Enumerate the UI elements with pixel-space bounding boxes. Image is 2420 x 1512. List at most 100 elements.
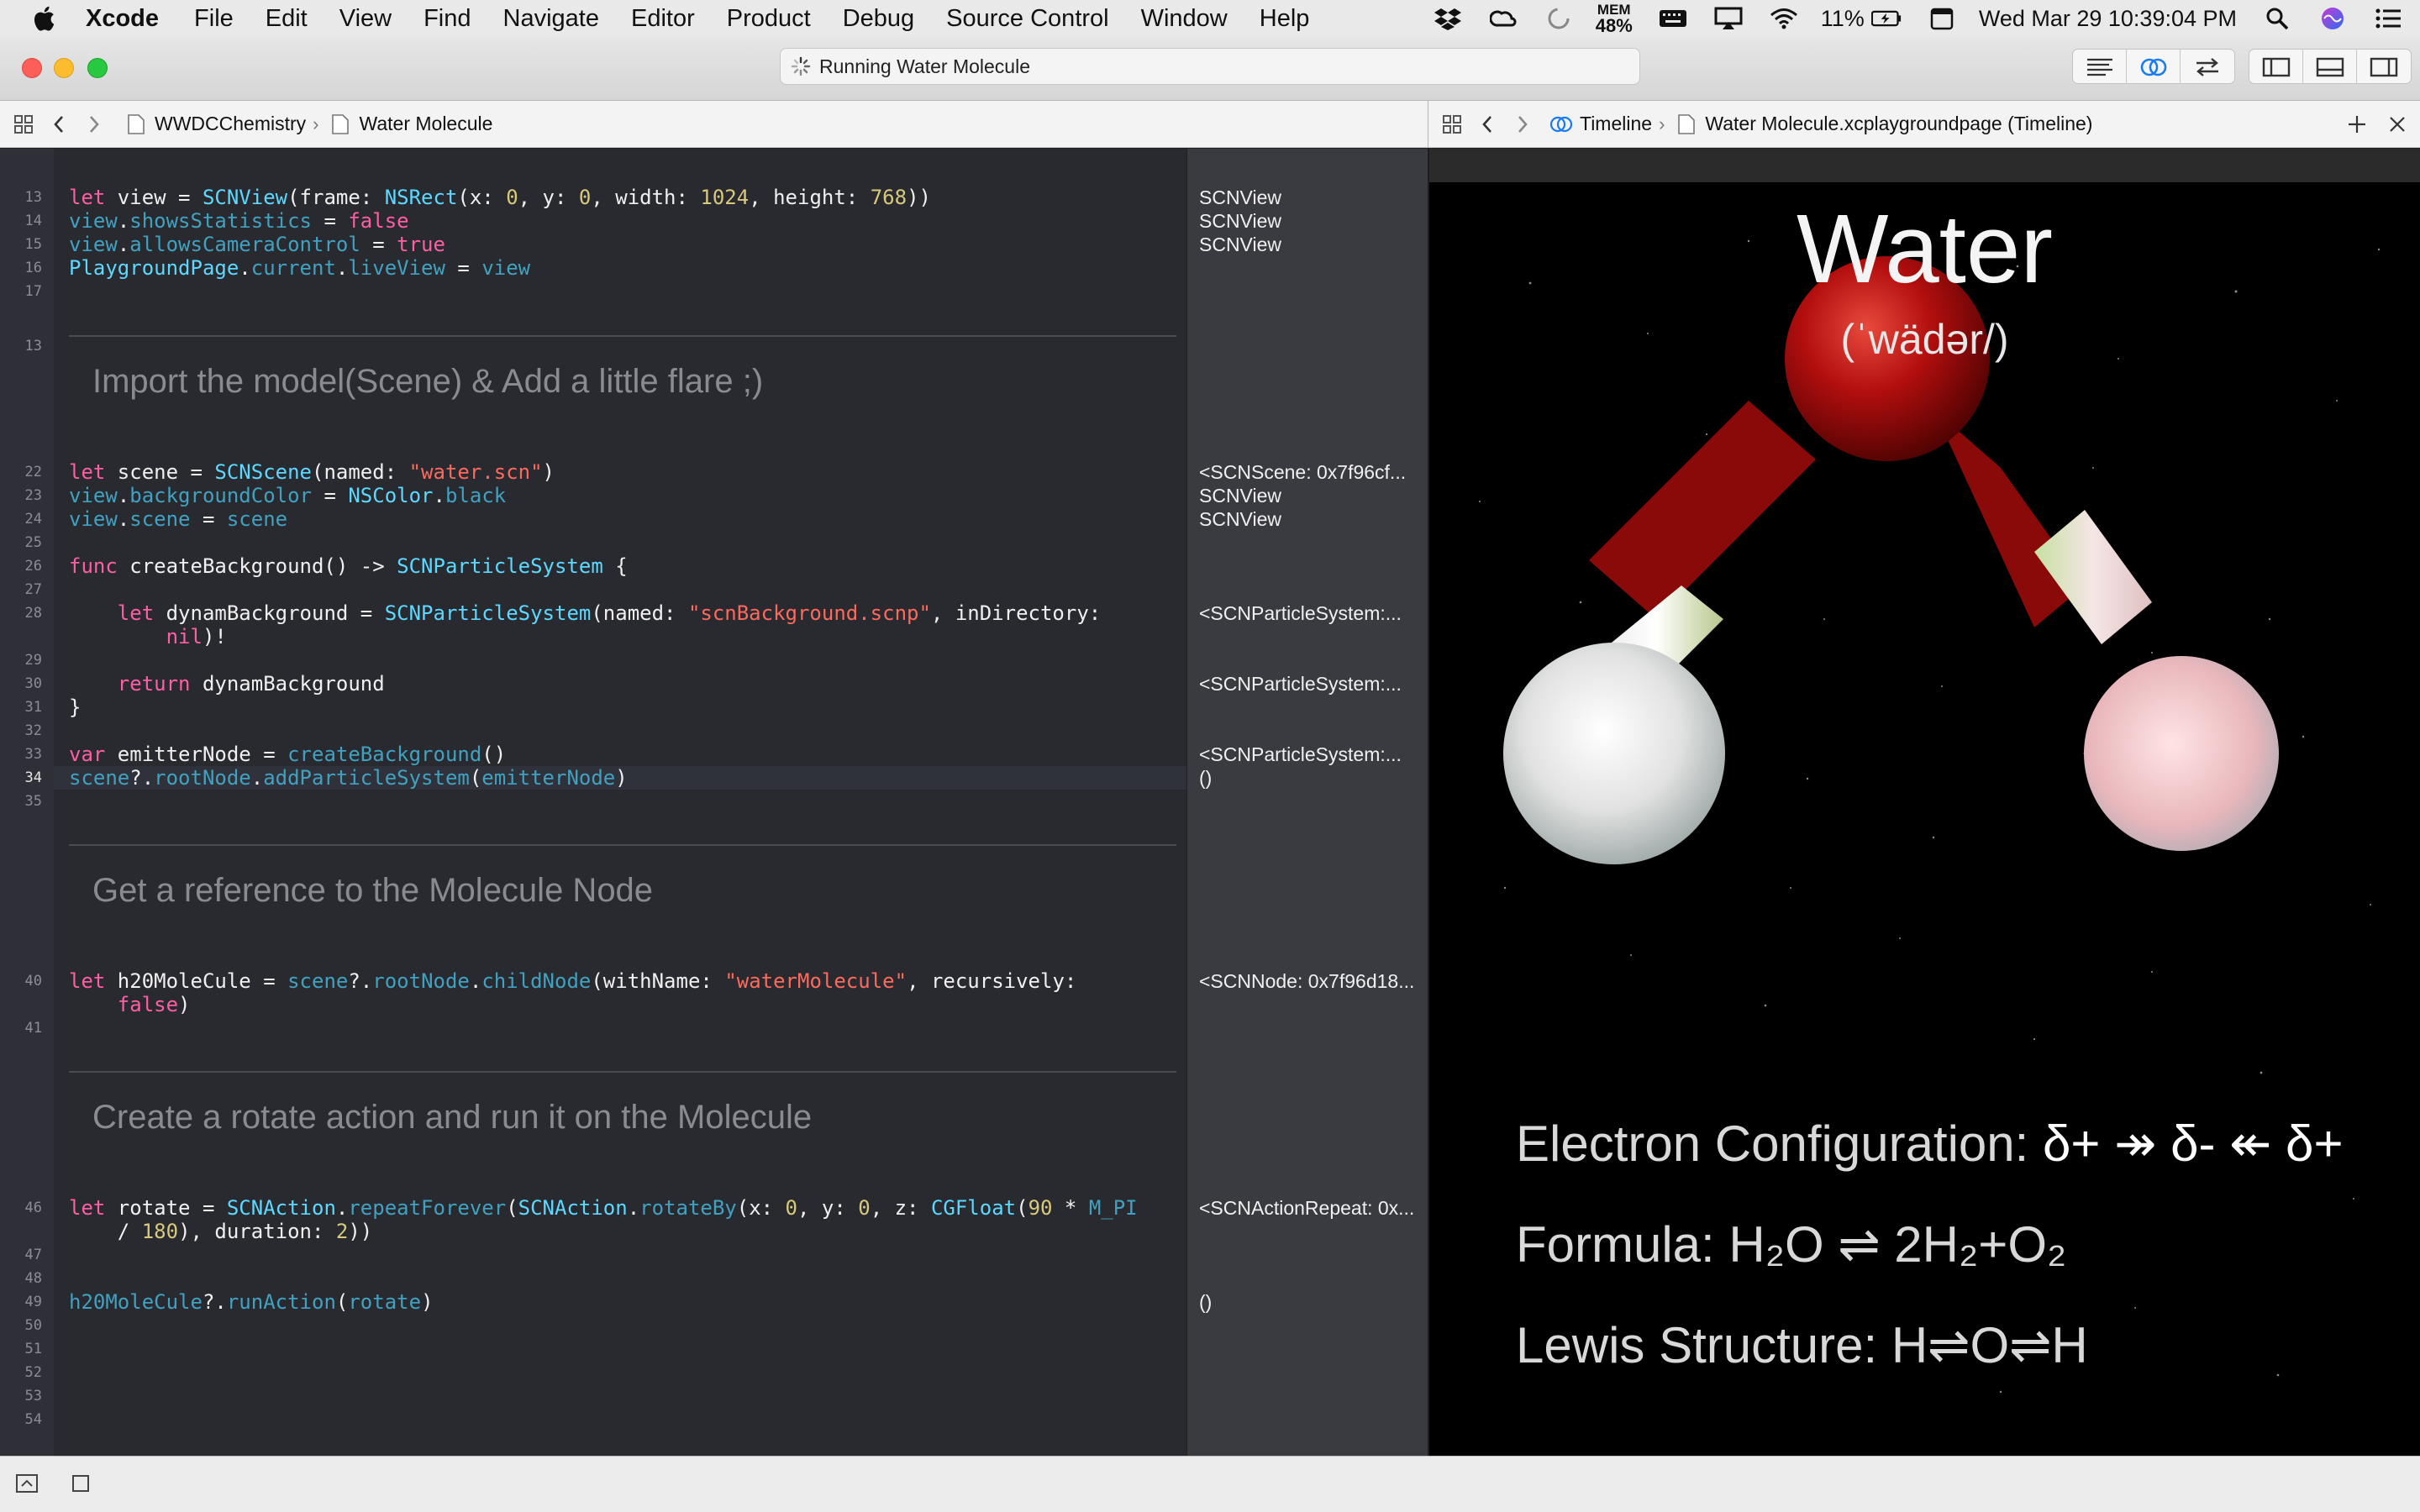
- wifi-icon[interactable]: [1769, 6, 1799, 31]
- electron-configuration-label: Electron Configuration:: [1516, 1116, 2029, 1172]
- result-value[interactable]: <SCNActionRepeat: 0x...: [1199, 1196, 1424, 1220]
- spotlight-icon[interactable]: [2262, 6, 2292, 31]
- line-number: 54: [24, 1411, 42, 1428]
- menu-edit[interactable]: Edit: [266, 5, 308, 33]
- close-editor-icon[interactable]: [2385, 112, 2410, 137]
- result-value[interactable]: <SCNNode: 0x7f96d18...: [1199, 969, 1424, 993]
- line-number: 23: [24, 487, 42, 504]
- result-value[interactable]: SCNView: [1199, 507, 1424, 531]
- line-number: 30: [24, 675, 42, 692]
- breadcrumb-project[interactable]: WWDCChemistry: [155, 113, 306, 135]
- menu-find[interactable]: Find: [424, 5, 471, 33]
- dropbox-icon[interactable]: [1433, 6, 1463, 31]
- code-line-28-wrap: nil)!: [166, 625, 227, 648]
- code-line-24: view.scene = scene: [69, 507, 288, 531]
- toggle-utilities-button[interactable]: [2357, 50, 2411, 83]
- line-number: 22: [24, 464, 42, 480]
- apple-logo-icon[interactable]: [30, 3, 60, 34]
- standard-editor-button[interactable]: [2073, 50, 2127, 83]
- run-playground-icon[interactable]: [69, 1472, 92, 1495]
- menu-bar: Xcode File Edit View Find Navigate Edito…: [0, 0, 2420, 37]
- memory-indicator[interactable]: MEM 48%: [1596, 3, 1633, 35]
- sync-icon[interactable]: [1544, 6, 1574, 31]
- breadcrumb-page[interactable]: Water Molecule: [359, 113, 492, 135]
- line-number: 27: [24, 581, 42, 598]
- siri-icon[interactable]: [2317, 6, 2348, 31]
- version-editor-button[interactable]: [2181, 50, 2234, 83]
- notification-center-icon[interactable]: [2373, 6, 2403, 31]
- menu-navigate[interactable]: Navigate: [503, 5, 599, 33]
- result-value[interactable]: <SCNParticleSystem:...: [1199, 601, 1424, 625]
- activity-status-text: Running Water Molecule: [819, 55, 1030, 77]
- editor-jump-bar: WWDCChemistry › Water Molecule: [0, 101, 1428, 148]
- menu-view[interactable]: View: [339, 5, 392, 33]
- back-chevron-icon[interactable]: [47, 113, 71, 136]
- menu-help[interactable]: Help: [1260, 5, 1310, 33]
- keyboard-icon[interactable]: [1658, 6, 1688, 31]
- result-value[interactable]: <SCNScene: 0x7f96cf...: [1199, 460, 1424, 484]
- line-number-current: 34: [24, 769, 42, 786]
- result-value[interactable]: SCNView: [1199, 186, 1424, 209]
- code-line-30: return dynamBackground: [117, 672, 385, 696]
- close-window-button[interactable]: [22, 58, 42, 78]
- line-number: 28: [24, 605, 42, 622]
- menu-product[interactable]: Product: [727, 5, 811, 33]
- menu-source-control[interactable]: Source Control: [946, 5, 1108, 33]
- menu-file[interactable]: File: [194, 5, 234, 33]
- code-line-40-wrap: false): [117, 993, 191, 1016]
- menu-app-name[interactable]: Xcode: [86, 5, 159, 33]
- menu-debug[interactable]: Debug: [843, 5, 914, 33]
- code-line-22: let scene = SCNScene(named: "water.scn"): [69, 460, 555, 484]
- code-editor[interactable]: 13 13 14 15 16 17 22 23 24 25 26 27 28 2…: [0, 149, 1186, 1456]
- forward-chevron-icon[interactable]: [1511, 113, 1534, 136]
- breadcrumb-separator: ›: [313, 113, 319, 134]
- battery-percent[interactable]: 11%: [1821, 6, 1865, 32]
- line-number: 33: [24, 746, 42, 763]
- result-value[interactable]: (): [1199, 766, 1424, 790]
- related-items-icon[interactable]: [12, 113, 35, 136]
- editor-mode-group: [2072, 49, 2235, 84]
- live-view[interactable]: Water (ˈwädər/) Electron Configuration: …: [1429, 149, 2420, 1456]
- toggle-navigator-button[interactable]: [2249, 50, 2303, 83]
- playground-file-icon: [124, 113, 148, 136]
- assistant-mode-label[interactable]: Timeline: [1580, 113, 1652, 135]
- zoom-window-button[interactable]: [87, 58, 108, 78]
- airplay-icon[interactable]: [1713, 6, 1744, 31]
- line-number: 13: [24, 338, 42, 354]
- formula-line: Formula: H₂O ⇌ 2H₂+O₂: [1516, 1215, 2066, 1274]
- code-line-26: func createBackground() -> SCNParticleSy…: [69, 554, 628, 578]
- forward-chevron-icon[interactable]: [82, 113, 106, 136]
- battery-icon[interactable]: [1870, 6, 1902, 31]
- code-line-33: var emitterNode = createBackground(): [69, 743, 507, 766]
- menu-window[interactable]: Window: [1141, 5, 1228, 33]
- add-editor-icon[interactable]: [2344, 112, 2370, 137]
- menu-editor[interactable]: Editor: [631, 5, 695, 33]
- minimize-window-button[interactable]: [54, 58, 74, 78]
- assistant-editor-button[interactable]: [2127, 50, 2181, 83]
- electron-configuration-value: δ+ ↠ δ- ↞ δ+: [2043, 1116, 2344, 1172]
- result-value[interactable]: SCNView: [1199, 209, 1424, 233]
- result-value[interactable]: SCNView: [1199, 233, 1424, 256]
- result-value[interactable]: <SCNParticleSystem:...: [1199, 672, 1424, 696]
- activity-viewer: Running Water Molecule: [780, 48, 1640, 85]
- show-debug-area-icon[interactable]: [15, 1472, 39, 1495]
- clock[interactable]: Wed Mar 29 10:39:04 PM: [1979, 6, 2237, 32]
- line-number: 49: [24, 1294, 42, 1310]
- calendar-icon[interactable]: [1927, 6, 1957, 31]
- line-number: 48: [24, 1270, 42, 1287]
- result-value[interactable]: SCNView: [1199, 484, 1424, 507]
- result-value[interactable]: <SCNParticleSystem:...: [1199, 743, 1424, 766]
- code-line-13: let view = SCNView(frame: NSRect(x: 0, y…: [69, 186, 931, 209]
- line-number: 26: [24, 558, 42, 575]
- page-file-icon: [329, 113, 352, 136]
- toggle-debug-area-button[interactable]: [2303, 50, 2357, 83]
- result-value[interactable]: (): [1199, 1290, 1424, 1314]
- line-number: 31: [24, 699, 42, 716]
- back-chevron-icon[interactable]: [1476, 113, 1499, 136]
- related-items-icon[interactable]: [1440, 113, 1464, 136]
- assistant-jump-bar: Timeline › Water Molecule.xcplaygroundpa…: [1428, 101, 2420, 148]
- molecule-title: Water: [1796, 194, 2054, 303]
- code-line-15: view.allowsCameraControl = true: [69, 233, 445, 256]
- creative-cloud-icon[interactable]: [1488, 6, 1518, 31]
- timeline-file-label[interactable]: Water Molecule.xcplaygroundpage (Timelin…: [1705, 113, 2092, 135]
